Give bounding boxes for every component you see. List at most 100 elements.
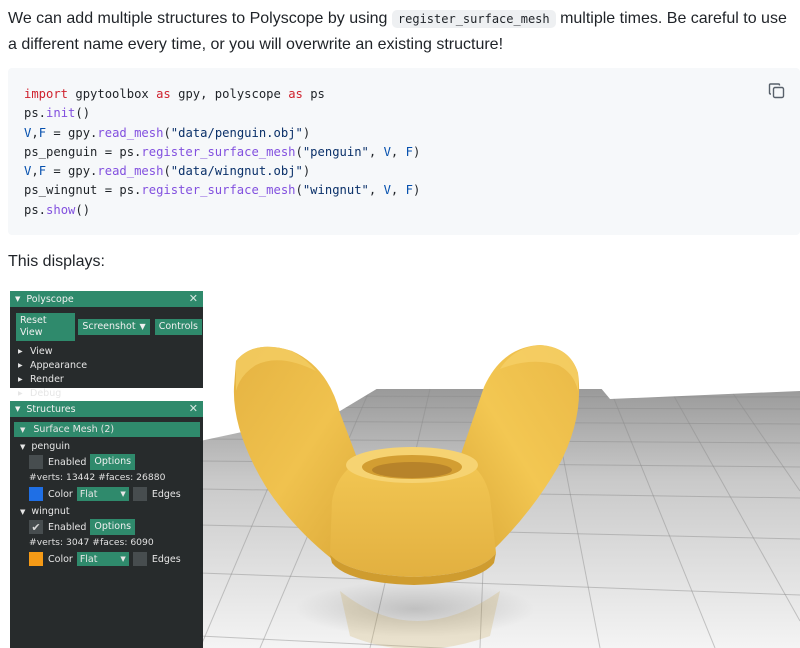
mesh-entry-penguin: ▼ penguin Enabled Options #verts: 13442 …	[10, 440, 203, 503]
code-token: V	[383, 183, 391, 198]
code-token: ,	[368, 183, 384, 198]
color-swatch[interactable]	[29, 552, 43, 566]
code-token: )	[302, 125, 311, 140]
menu-item-render[interactable]: ▶ Render	[10, 372, 203, 386]
mesh-tree-item[interactable]: ▼ penguin	[20, 440, 203, 453]
code-token: "data/penguin.obj"	[170, 125, 303, 140]
chevron-down-icon: ▼	[120, 555, 126, 563]
screenshot-button[interactable]: Screenshot ▼	[78, 319, 150, 335]
shading-value: Flat	[79, 488, 98, 500]
collapse-triangle-icon[interactable]: ▼	[15, 295, 20, 303]
code-token: (	[163, 125, 171, 140]
options-button[interactable]: Options	[90, 454, 136, 470]
menu-item-view[interactable]: ▶ View	[10, 344, 203, 358]
code-token: register_surface_mesh	[141, 144, 296, 159]
edges-checkbox[interactable]	[132, 487, 147, 501]
close-icon[interactable]: ✕	[189, 292, 198, 305]
color-swatch[interactable]	[29, 487, 43, 501]
mesh-stats: #verts: 13442 #faces: 26880	[29, 472, 166, 483]
polyscope-title: Polyscope	[26, 293, 74, 305]
menu-label: Appearance	[30, 359, 88, 371]
close-icon[interactable]: ✕	[189, 402, 198, 415]
polyscope-panel: ▼ Polyscope ✕ Reset View Screenshot ▼ Con…	[10, 291, 203, 399]
displays-text: This displays:	[8, 253, 105, 270]
code-token: read_mesh	[97, 125, 164, 140]
collapse-triangle-icon: ▼	[20, 442, 26, 451]
enabled-checkbox[interactable]: ✔	[29, 520, 43, 534]
code-token: ps_wingnut = ps.	[24, 183, 142, 198]
code-token: F	[405, 144, 413, 159]
intro-paragraph: We can add multiple structures to Polysc…	[8, 6, 794, 57]
enabled-checkbox[interactable]	[29, 455, 43, 469]
code-token: ,	[390, 144, 406, 159]
code-token: )	[412, 144, 421, 159]
expand-arrow-icon: ▶	[18, 361, 23, 369]
mesh-tree-item[interactable]: ▼ wingnut	[20, 505, 203, 518]
code-token: ps.	[24, 106, 47, 121]
code-line: ps.show()	[24, 201, 420, 220]
code-token: F	[405, 183, 413, 198]
expand-arrow-icon: ▶	[18, 375, 23, 383]
code-token: as	[156, 87, 171, 101]
expand-arrow-icon: ▶	[18, 389, 23, 397]
code-token: gpy, polyscope	[170, 87, 289, 101]
options-button[interactable]: Options	[90, 519, 136, 535]
shading-value: Flat	[79, 553, 98, 565]
code-token: "wingnut"	[302, 183, 369, 198]
code-token: (	[163, 164, 171, 179]
code-token: import	[24, 87, 69, 101]
code-block: import gpytoolbox as gpy, polyscope as p…	[8, 68, 800, 235]
code-token: ()	[75, 202, 91, 217]
code-token: init	[46, 106, 76, 121]
menu-item-debug[interactable]: ▶ Debug	[10, 386, 203, 400]
edges-checkbox[interactable]	[132, 552, 147, 566]
collapse-triangle-icon: ▼	[20, 507, 26, 516]
code-token: (	[295, 183, 303, 198]
screenshot-dropdown-icon[interactable]: ▼	[140, 322, 146, 331]
code-token: ,	[368, 144, 384, 159]
copy-icon[interactable]	[768, 82, 786, 100]
mesh-name: penguin	[31, 441, 70, 452]
controls-button[interactable]: Controls	[154, 319, 202, 335]
expand-arrow-icon: ▶	[18, 347, 23, 355]
code-token: (	[295, 144, 303, 159]
code-content: import gpytoolbox as gpy, polyscope as p…	[24, 85, 420, 220]
edges-label: Edges	[151, 488, 181, 500]
code-token: ps_penguin = ps.	[24, 144, 142, 159]
structures-titlebar[interactable]: ▼ Structures ✕	[10, 401, 203, 417]
enabled-label: Enabled	[48, 456, 87, 468]
code-line: import gpytoolbox as gpy, polyscope as p…	[24, 85, 420, 104]
mesh-stats: #verts: 3047 #faces: 6090	[29, 537, 154, 548]
structures-panel: ▼ Structures ✕ ▼ Surface Mesh (2) ▼ peng…	[10, 401, 203, 648]
code-token: )	[302, 164, 311, 179]
code-line: ps.init()	[24, 104, 420, 123]
code-token: ,	[31, 125, 39, 140]
inline-code: register_surface_mesh	[391, 10, 556, 28]
mesh-entry-wingnut: ▼ wingnut ✔ Enabled Options #verts: 3047…	[10, 505, 203, 568]
polyscope-viewport[interactable]: ▼ Polyscope ✕ Reset View Screenshot ▼ Con…	[10, 291, 800, 648]
collapse-triangle-icon[interactable]: ▼	[15, 405, 20, 413]
code-token: gpytoolbox	[68, 87, 157, 101]
code-token: F	[38, 164, 47, 179]
checkmark-icon: ✔	[31, 520, 41, 534]
menu-label: Debug	[30, 387, 62, 399]
code-token: as	[288, 87, 303, 101]
screenshot-label: Screenshot	[82, 321, 136, 332]
menu-label: Render	[30, 373, 64, 385]
code-token: = gpy.	[46, 164, 98, 179]
shading-select[interactable]: Flat ▼	[76, 487, 129, 501]
code-line: ps_wingnut = ps.register_surface_mesh("w…	[24, 181, 420, 200]
code-line: V,F = gpy.read_mesh("data/penguin.obj")	[24, 124, 420, 143]
code-token: ()	[75, 106, 91, 121]
surface-mesh-group-header[interactable]: ▼ Surface Mesh (2)	[14, 422, 200, 437]
color-label: Color	[48, 553, 73, 565]
group-title: Surface Mesh (2)	[33, 424, 115, 435]
code-token: read_mesh	[97, 164, 164, 179]
code-token: ,	[390, 183, 406, 198]
shading-select[interactable]: Flat ▼	[76, 552, 129, 566]
reset-view-button[interactable]: Reset View	[16, 313, 76, 341]
menu-label: View	[30, 345, 53, 357]
polyscope-titlebar[interactable]: ▼ Polyscope ✕	[10, 291, 203, 307]
menu-item-appearance[interactable]: ▶ Appearance	[10, 358, 203, 372]
code-token: ,	[31, 164, 39, 179]
